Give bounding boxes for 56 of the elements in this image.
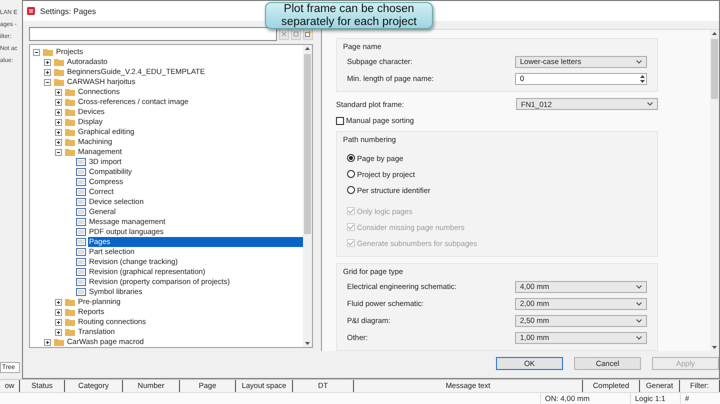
chevron-down-icon xyxy=(647,102,653,106)
expand-icon[interactable] xyxy=(55,298,62,306)
page-star-icon xyxy=(305,30,311,36)
page-icon xyxy=(76,248,86,256)
expand-icon[interactable] xyxy=(44,58,51,66)
scroll-down-icon[interactable] xyxy=(712,346,717,349)
page-icon xyxy=(76,278,86,286)
expand-icon[interactable] xyxy=(55,318,62,326)
chevron-down-icon xyxy=(636,60,642,64)
expand-icon[interactable] xyxy=(55,118,62,126)
page-icon xyxy=(76,228,86,236)
page-icon xyxy=(76,168,86,176)
scroll-thumb[interactable] xyxy=(711,39,718,99)
expand-icon[interactable] xyxy=(44,338,51,346)
checkbox[interactable] xyxy=(336,116,344,124)
expand-icon[interactable] xyxy=(55,308,62,316)
page-icon xyxy=(76,198,86,206)
page-icon xyxy=(76,238,86,246)
chevron-down-icon xyxy=(636,302,642,306)
x-icon xyxy=(281,30,287,36)
radio-button[interactable] xyxy=(347,170,355,178)
page-icon xyxy=(76,208,86,216)
collapse-icon[interactable] xyxy=(55,148,62,156)
scroll-thumb[interactable] xyxy=(304,54,311,234)
collapse-icon[interactable] xyxy=(44,78,51,86)
page-icon xyxy=(76,268,86,276)
spin-arrows-icon[interactable] xyxy=(639,74,646,84)
page-icon xyxy=(76,158,86,166)
app-icon xyxy=(27,7,35,15)
expand-icon[interactable] xyxy=(55,98,62,106)
page-icon xyxy=(76,288,86,296)
window-title: Settings: Pages xyxy=(40,6,96,16)
expand-icon[interactable] xyxy=(55,138,62,146)
radio-button[interactable] xyxy=(347,154,355,162)
scrollbar[interactable] xyxy=(710,30,719,351)
page-icon xyxy=(76,178,86,186)
chevron-down-icon xyxy=(636,336,642,340)
scroll-up-icon[interactable] xyxy=(712,32,717,35)
expand-icon[interactable] xyxy=(55,128,62,136)
expand-icon[interactable] xyxy=(55,108,62,116)
scrollbar[interactable] xyxy=(303,45,312,347)
square-icon xyxy=(293,30,299,36)
expand-icon[interactable] xyxy=(55,328,62,336)
expand-icon[interactable] xyxy=(44,68,51,76)
expand-icon[interactable] xyxy=(55,88,62,96)
page-icon xyxy=(76,218,86,226)
chevron-down-icon xyxy=(636,284,642,288)
callout: Plot frame can be chosen separately for each project xyxy=(265,2,433,29)
chevron-down-icon xyxy=(636,318,642,322)
radio-button[interactable] xyxy=(347,186,355,194)
page-icon xyxy=(76,188,86,196)
scroll-up-icon[interactable] xyxy=(305,47,310,50)
page-icon xyxy=(76,258,86,266)
search-field[interactable] xyxy=(29,27,277,41)
collapse-icon[interactable] xyxy=(33,48,40,56)
scroll-down-icon[interactable] xyxy=(305,342,310,345)
